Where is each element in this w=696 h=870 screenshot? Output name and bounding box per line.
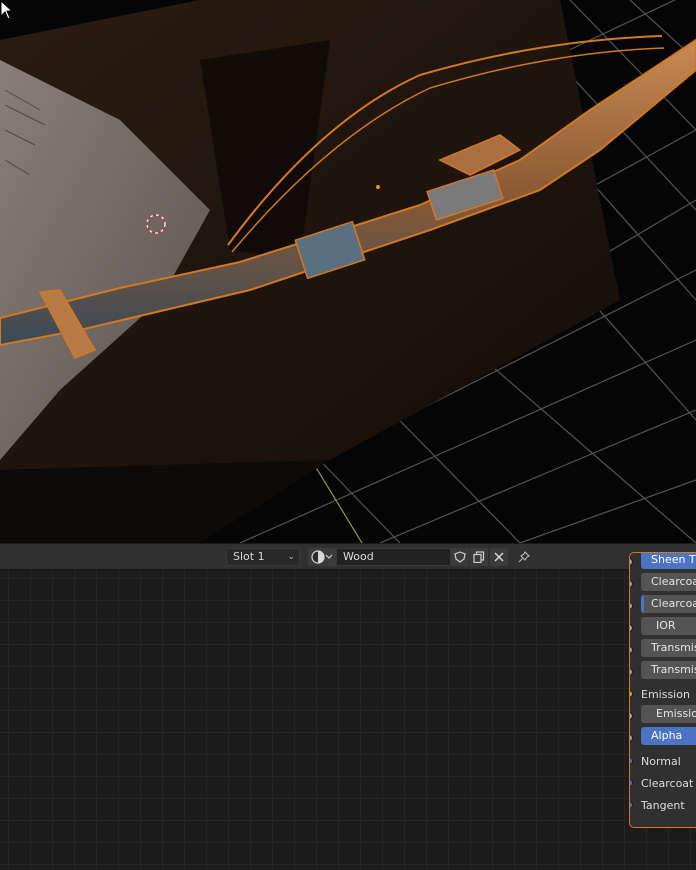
principled-bsdf-node[interactable]: Sheen Tint Clearcoat Clearcoat Roughness IO… bbox=[629, 552, 696, 828]
node-editor-canvas[interactable] bbox=[0, 570, 696, 870]
close-icon bbox=[494, 552, 504, 562]
browse-material-button[interactable] bbox=[308, 548, 336, 566]
node-input-socket[interactable] bbox=[630, 668, 633, 676]
node-input-socket[interactable] bbox=[630, 624, 633, 632]
node-field-emission-strength[interactable]: Emission Strength bbox=[641, 705, 696, 723]
material-slot-dropdown[interactable]: Slot 1 ⌄ bbox=[226, 548, 300, 566]
pin-icon bbox=[518, 551, 530, 563]
viewport-scene bbox=[0, 0, 696, 543]
node-field-clearcoat-roughness[interactable]: Clearcoat Roughness bbox=[641, 595, 696, 613]
material-sphere-icon bbox=[311, 550, 333, 564]
node-field-emission: Emission bbox=[641, 688, 690, 701]
node-input-socket[interactable] bbox=[630, 580, 633, 588]
node-field-tangent: Tangent bbox=[641, 799, 685, 812]
node-input-socket[interactable] bbox=[630, 558, 633, 566]
duplicate-icon bbox=[473, 551, 485, 563]
node-input-socket[interactable] bbox=[630, 734, 633, 742]
pin-button[interactable] bbox=[515, 548, 533, 566]
node-input-socket[interactable] bbox=[630, 712, 633, 720]
node-field-normal: Normal bbox=[641, 755, 681, 768]
shader-editor-header: Slot 1 ⌄ Wood bbox=[0, 543, 696, 570]
node-input-socket[interactable] bbox=[630, 757, 633, 765]
chevron-down-icon: ⌄ bbox=[287, 552, 295, 562]
shield-icon bbox=[454, 551, 466, 563]
material-name-field[interactable]: Wood bbox=[336, 548, 451, 566]
node-field-sheen-tint[interactable]: Sheen Tint bbox=[641, 553, 696, 569]
node-field-clearcoat-normal: Clearcoat Normal bbox=[641, 777, 696, 790]
node-input-socket[interactable] bbox=[630, 602, 633, 610]
node-field-transmission-roughness[interactable]: Transmission Roughness bbox=[641, 661, 696, 679]
mouse-pointer-icon bbox=[0, 0, 14, 20]
node-field-alpha[interactable]: Alpha bbox=[641, 727, 696, 745]
node-input-socket[interactable] bbox=[630, 779, 633, 787]
unlink-material-button[interactable] bbox=[490, 548, 508, 566]
fake-user-button[interactable] bbox=[451, 548, 469, 566]
node-input-socket[interactable] bbox=[630, 646, 633, 654]
duplicate-material-button[interactable] bbox=[470, 548, 488, 566]
material-slot-label: Slot 1 bbox=[233, 550, 265, 563]
node-input-socket[interactable] bbox=[630, 690, 633, 698]
3d-viewport[interactable] bbox=[0, 0, 696, 543]
node-field-clearcoat[interactable]: Clearcoat bbox=[641, 573, 696, 591]
node-field-transmission[interactable]: Transmission bbox=[641, 639, 696, 657]
node-input-socket[interactable] bbox=[630, 801, 633, 809]
node-field-ior[interactable]: IOR bbox=[641, 617, 696, 635]
